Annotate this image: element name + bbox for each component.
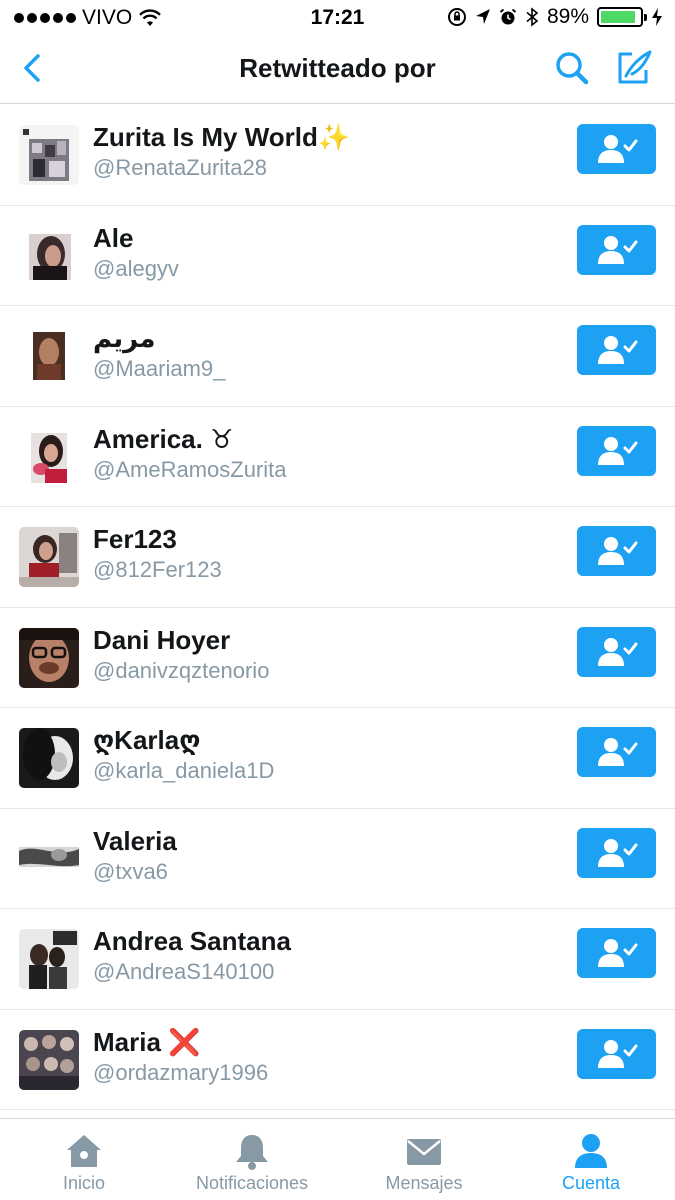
list-item[interactable]: America. ♉ @AmeRamosZurita bbox=[0, 407, 675, 507]
list-item[interactable]: Andrea Santana @AndreaS140100 bbox=[0, 909, 675, 1010]
avatar bbox=[19, 627, 79, 688]
tab-inicio[interactable]: Inicio bbox=[0, 1119, 168, 1200]
following-check-icon bbox=[597, 235, 637, 264]
user-name: Dani Hoyer bbox=[93, 624, 231, 655]
avatar bbox=[19, 426, 79, 487]
list-item[interactable]: ღKarlaღ @karla_daniela1D bbox=[0, 708, 675, 809]
following-button[interactable] bbox=[577, 526, 656, 576]
following-check-icon bbox=[597, 1039, 637, 1068]
tab-label: Notificaciones bbox=[195, 1173, 309, 1193]
list-item[interactable]: Valeria @txva6 bbox=[0, 809, 675, 909]
following-button[interactable] bbox=[577, 224, 656, 275]
tab-cuenta[interactable]: Cuenta bbox=[507, 1119, 675, 1200]
avatar bbox=[19, 326, 79, 386]
user-handle: @RenataZurita28 bbox=[93, 155, 267, 180]
user-handle: @alegyv bbox=[93, 255, 179, 281]
following-button[interactable] bbox=[577, 425, 656, 476]
tab-notificaciones[interactable]: Notificaciones bbox=[168, 1119, 336, 1200]
charging-bolt-icon bbox=[652, 8, 662, 26]
following-check-icon bbox=[597, 135, 637, 163]
location-arrow-icon bbox=[475, 9, 490, 24]
following-button[interactable] bbox=[577, 1028, 656, 1079]
following-check-icon bbox=[597, 336, 637, 364]
tab-label: Cuenta bbox=[561, 1173, 621, 1193]
user-handle: @Maariam9_ bbox=[93, 356, 226, 381]
avatar bbox=[19, 728, 79, 788]
user-handle: @AmeRamosZurita bbox=[93, 456, 287, 482]
bell-icon bbox=[236, 1135, 268, 1170]
list-item[interactable]: Dani Hoyer @danivzqztenorio bbox=[0, 608, 675, 708]
following-check-icon bbox=[597, 939, 637, 967]
user-name: مريم bbox=[93, 323, 156, 353]
user-name: Ale bbox=[93, 222, 134, 253]
following-check-icon bbox=[597, 838, 637, 867]
following-button[interactable] bbox=[577, 626, 656, 677]
following-check-icon bbox=[597, 436, 637, 465]
following-check-icon bbox=[597, 537, 637, 565]
list-item[interactable]: Fer123 @812Fer123 bbox=[0, 507, 675, 608]
battery-icon bbox=[597, 7, 647, 27]
person-icon bbox=[575, 1134, 607, 1168]
user-name: Fer123 bbox=[93, 524, 177, 554]
tab-mensajes[interactable]: Mensajes bbox=[340, 1119, 508, 1200]
list-item[interactable]: Ale @alegyv bbox=[0, 206, 675, 306]
following-button[interactable] bbox=[577, 325, 656, 375]
avatar bbox=[19, 527, 79, 587]
user-handle: @812Fer123 bbox=[93, 557, 222, 582]
battery-percent: 89% bbox=[546, 5, 589, 28]
search-icon[interactable] bbox=[552, 48, 592, 88]
status-right: 89% bbox=[447, 5, 663, 29]
tab-label: Mensajes bbox=[385, 1173, 463, 1193]
tab-label: Inicio bbox=[62, 1173, 106, 1193]
following-button[interactable] bbox=[577, 727, 656, 777]
user-handle: @danivzqztenorio bbox=[93, 657, 270, 683]
envelope-icon bbox=[407, 1139, 441, 1165]
orientation-lock-icon bbox=[447, 8, 466, 26]
compose-icon[interactable] bbox=[612, 46, 656, 90]
list-item[interactable]: Zurita Is My World✨ @RenataZurita28 bbox=[0, 105, 675, 206]
following-button[interactable] bbox=[577, 124, 656, 174]
avatar bbox=[19, 1029, 79, 1090]
tab-bar: Inicio Notificaciones Mensajes Cuenta bbox=[0, 1118, 675, 1200]
avatar bbox=[19, 125, 79, 185]
user-name: America. ♉ bbox=[93, 423, 234, 454]
user-name: Zurita Is My World✨ bbox=[93, 122, 351, 152]
user-handle: @karla_daniela1D bbox=[93, 758, 275, 783]
user-handle: @txva6 bbox=[93, 858, 168, 884]
following-check-icon bbox=[597, 738, 637, 766]
user-handle: @AndreaS140100 bbox=[93, 959, 275, 984]
avatar bbox=[19, 929, 79, 989]
list-item[interactable]: Maria ❌ @ordazmary1996 bbox=[0, 1010, 675, 1110]
avatar bbox=[19, 828, 79, 889]
user-name: Maria ❌ bbox=[93, 1026, 201, 1057]
nav-bar: Retwitteado por bbox=[0, 36, 675, 104]
list-item[interactable]: مريم @Maariam9_ bbox=[0, 306, 675, 407]
status-bar: VIVO 17:21 89% bbox=[0, 0, 675, 36]
following-button[interactable] bbox=[577, 928, 656, 978]
alarm-icon bbox=[499, 8, 517, 25]
user-name: ღKarlaღ bbox=[93, 725, 201, 755]
retweeters-list: Zurita Is My World✨ @RenataZurita28 Ale … bbox=[0, 105, 675, 1110]
home-icon bbox=[67, 1135, 101, 1167]
following-button[interactable] bbox=[577, 827, 656, 878]
bluetooth-icon bbox=[526, 7, 539, 27]
following-check-icon bbox=[597, 637, 637, 666]
avatar bbox=[19, 225, 79, 286]
user-handle: @ordazmary1996 bbox=[93, 1059, 269, 1085]
user-name: Andrea Santana bbox=[93, 926, 291, 956]
user-name: Valeria bbox=[93, 825, 177, 856]
